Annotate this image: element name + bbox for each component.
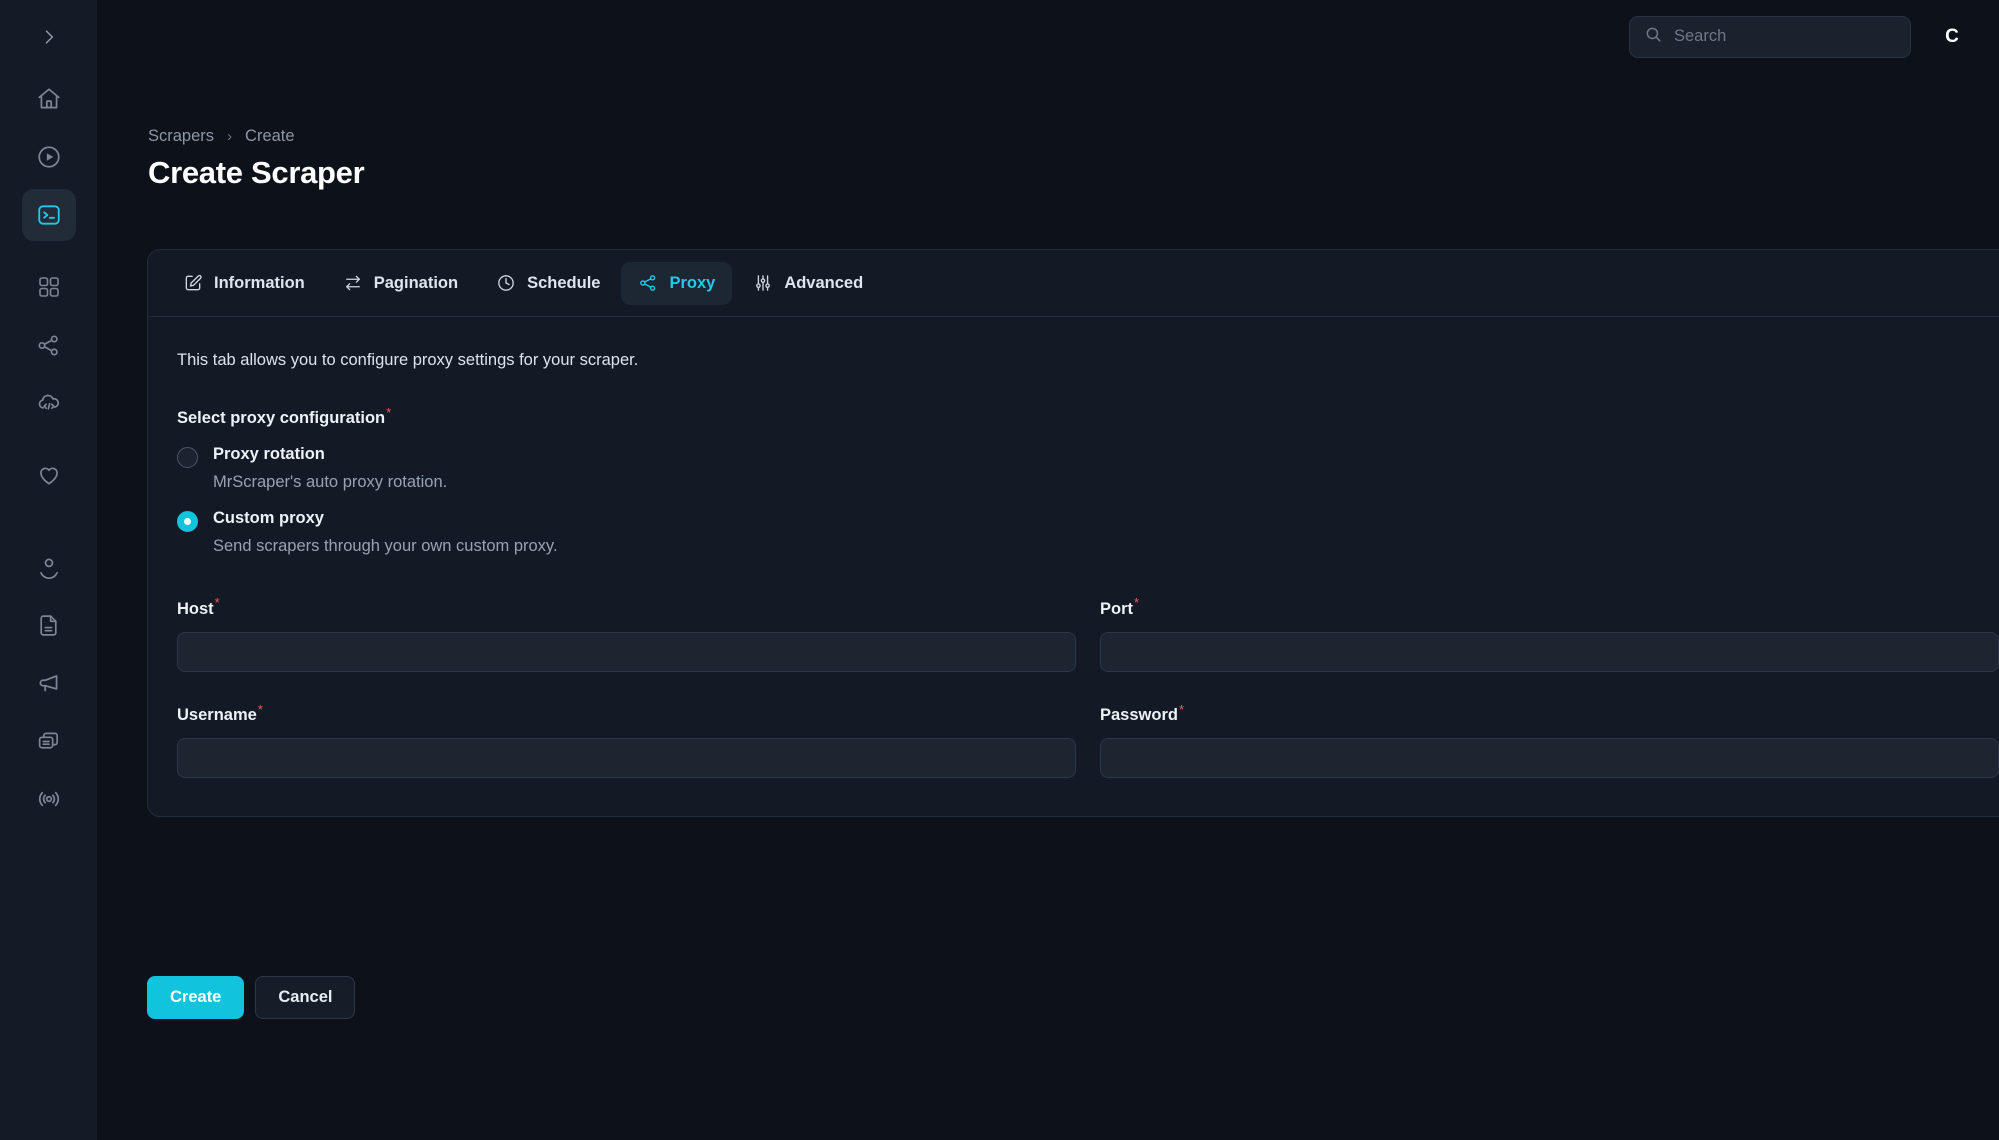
sidebar-item-favorites[interactable] [22,449,76,501]
sidebar-item-announcements[interactable] [22,657,76,709]
radio-title[interactable]: Proxy rotation [213,445,447,464]
tab-schedule[interactable]: Schedule [479,262,617,305]
search-box[interactable] [1629,15,1911,58]
chevron-right-icon[interactable] [32,20,66,54]
sliders-icon [753,273,773,293]
tab-label: Proxy [669,273,716,292]
required-marker: * [386,405,392,420]
edit-square-icon [183,273,203,293]
breadcrumb: Scrapers › Create [148,127,295,146]
host-input[interactable] [177,631,1076,672]
tab-bar: Information Pagination Schedule Proxy Ad… [148,250,1999,317]
share-network-icon [638,273,658,293]
breadcrumb-item-create[interactable]: Create [245,127,295,146]
radio-option-proxy-rotation[interactable]: Proxy rotation MrScraper's auto proxy ro… [177,445,1999,492]
field-host: Host* [177,595,1076,672]
required-marker: * [214,595,220,611]
create-scraper-card: Information Pagination Schedule Proxy Ad… [147,249,1999,817]
create-button[interactable]: Create [147,976,245,1019]
radio-texts: Proxy rotation MrScraper's auto proxy ro… [213,445,447,492]
field-label-password: Password* [1100,702,1999,725]
sidebar-item-home[interactable] [22,73,76,125]
tab-proxy[interactable]: Proxy [621,261,733,305]
field-label-text: Select proxy configuration [177,409,386,428]
field-label-text: Password [1100,705,1178,724]
field-port: Port* [1100,595,1999,672]
custom-proxy-form: Host* Port* Username* Password* [177,595,1999,778]
radio-subtitle: Send scrapers through your own custom pr… [213,537,558,556]
sidebar-item-account[interactable] [22,541,76,593]
sidebar-item-copies[interactable] [22,715,76,767]
sidebar-item-documents[interactable] [22,599,76,651]
field-label-text: Host [177,599,214,618]
radio-texts: Custom proxy Send scrapers through your … [213,509,558,556]
tab-pagination[interactable]: Pagination [326,262,475,305]
search-icon [1644,25,1663,49]
required-marker: * [1178,701,1185,717]
sidebar-item-scrapers[interactable] [21,189,76,241]
field-label-port: Port* [1100,595,1999,618]
search-input[interactable] [1674,27,1896,46]
field-label-username: Username* [177,702,1076,725]
radio-button[interactable] [177,511,198,533]
tab-label: Schedule [527,273,601,292]
breadcrumb-item-scrapers[interactable]: Scrapers [148,127,214,146]
tab-label: Advanced [784,273,864,292]
tab-label: Information [214,273,305,292]
field-label-text: Port [1100,599,1133,618]
sidebar-item-broadcast[interactable] [22,773,76,825]
required-marker: * [1134,595,1140,611]
radio-title[interactable]: Custom proxy [213,509,558,528]
port-input[interactable] [1100,631,1999,672]
proxy-config-group: Select proxy configuration* Proxy rotati… [177,405,1999,556]
main-content: Scrapers › Create Create Scraper Informa… [97,73,1999,1140]
panel-description: This tab allows you to configure proxy s… [177,351,639,369]
radio-option-custom-proxy[interactable]: Custom proxy Send scrapers through your … [177,509,1999,556]
tab-information[interactable]: Information [166,262,322,305]
sidebar-item-runs[interactable] [22,131,76,183]
sidebar-item-dashboard[interactable] [22,261,76,313]
proxy-panel: This tab allows you to configure proxy s… [148,317,1999,816]
required-marker: * [257,701,263,717]
radio-subtitle: MrScraper's auto proxy rotation. [213,473,448,492]
sidebar-item-api[interactable] [22,377,76,429]
top-header: C [97,0,1999,73]
form-actions: Create Cancel [147,976,356,1019]
page-title: Create Scraper [148,155,365,190]
field-label-text: Username [177,705,257,724]
field-password: Password* [1100,702,1999,778]
username-input[interactable] [177,737,1076,778]
avatar[interactable]: C [1937,26,1967,48]
field-label-host: Host* [177,595,1076,618]
password-input[interactable] [1100,737,1999,778]
clock-icon [496,273,516,293]
sidebar-item-integrations[interactable] [22,319,76,371]
proxy-config-label: Select proxy configuration* [177,405,1999,428]
sidebar-nav [0,73,97,831]
radio-button[interactable] [177,447,198,469]
sidebar-header [0,0,97,73]
tab-label: Pagination [373,273,459,292]
sidebar [0,0,97,1140]
swap-arrows-icon [343,273,363,293]
tab-advanced[interactable]: Advanced [736,262,880,305]
breadcrumb-separator-icon: › [227,128,233,145]
field-username: Username* [177,702,1076,778]
cancel-button[interactable]: Cancel [255,976,356,1019]
